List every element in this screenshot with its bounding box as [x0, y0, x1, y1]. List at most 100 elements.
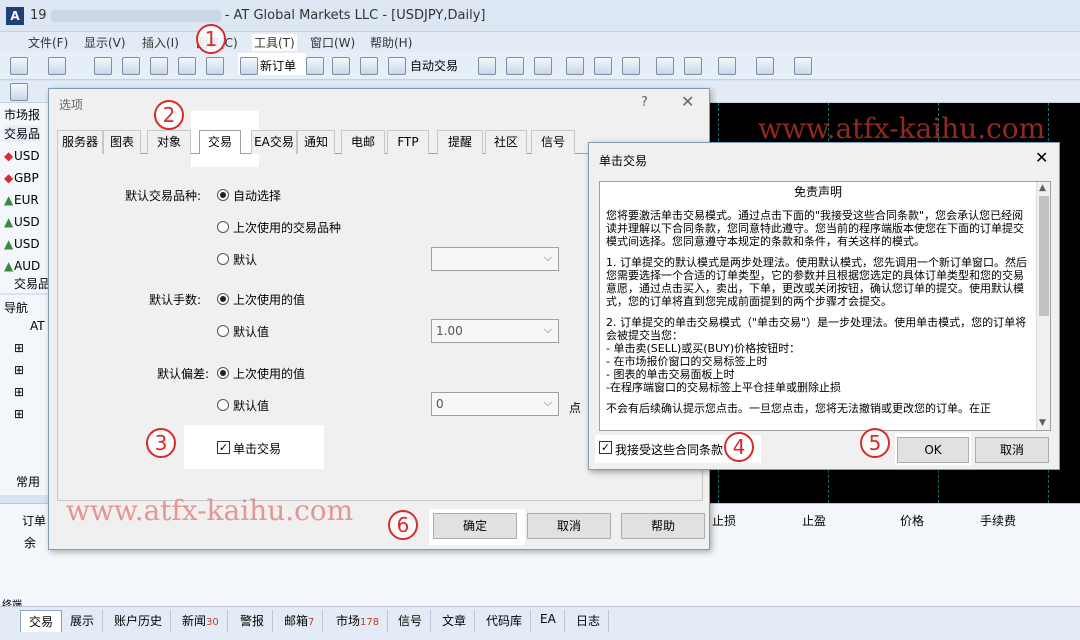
- radio-lots-last-label[interactable]: 上次使用的值: [233, 291, 305, 308]
- navigator-root[interactable]: AT: [30, 319, 45, 333]
- tab-alerts[interactable]: 提醒: [437, 130, 483, 154]
- help-icon[interactable]: ?: [641, 95, 648, 110]
- tab-history[interactable]: 账户历史: [106, 610, 172, 632]
- oc-cancel-button[interactable]: 取消: [975, 437, 1049, 463]
- new-order-button[interactable]: 新订单: [260, 57, 296, 74]
- one-click-checkbox[interactable]: ✓: [217, 441, 230, 454]
- menu-window[interactable]: 窗口(W): [310, 34, 355, 51]
- tab-ftp[interactable]: FTP: [387, 130, 429, 154]
- radio-last-symbol[interactable]: [217, 221, 229, 233]
- tab-signals[interactable]: 信号: [531, 130, 575, 154]
- column-price[interactable]: 价格: [900, 512, 924, 529]
- tab-signals[interactable]: 信号: [390, 610, 432, 632]
- zoom-out-icon[interactable]: [594, 57, 612, 75]
- zoom-in-icon[interactable]: [566, 57, 584, 75]
- tab-charts[interactable]: 图表: [103, 130, 141, 154]
- new-chart-icon[interactable]: [10, 57, 28, 75]
- templates-icon[interactable]: [794, 57, 812, 75]
- tab-trade[interactable]: 交易: [199, 130, 241, 154]
- tester-icon[interactable]: [206, 57, 224, 75]
- radio-deviation-last-label[interactable]: 上次使用的值: [233, 365, 305, 382]
- market-watch-icon[interactable]: [94, 57, 112, 75]
- profiles-icon[interactable]: [48, 57, 66, 75]
- candlestick-icon[interactable]: [506, 57, 524, 75]
- scroll-up-icon[interactable]: ▲: [1039, 183, 1046, 193]
- radio-deviation-last[interactable]: [217, 367, 229, 379]
- column-commission[interactable]: 手续费: [980, 512, 1016, 529]
- tab-expert-advisors[interactable]: EA交易: [251, 130, 297, 154]
- close-icon[interactable]: ✕: [1035, 148, 1048, 167]
- account-icon[interactable]: [332, 57, 350, 75]
- radio-default-symbol[interactable]: [217, 253, 229, 265]
- column-tp[interactable]: 止盈: [802, 512, 826, 529]
- navigator-bottom-tab[interactable]: 常用: [16, 473, 40, 490]
- line-chart-icon[interactable]: [534, 57, 552, 75]
- indicators-icon[interactable]: [718, 57, 736, 75]
- radio-auto-select-label[interactable]: 自动选择: [233, 187, 281, 204]
- scrollbar-thumb[interactable]: [1039, 196, 1049, 316]
- symbol-row[interactable]: ◆GBP: [4, 171, 39, 185]
- radio-lots-last[interactable]: [217, 293, 229, 305]
- expand-icon[interactable]: ⊞: [14, 363, 24, 377]
- menu-file[interactable]: 文件(F): [28, 34, 68, 51]
- terminal-icon[interactable]: [178, 57, 196, 75]
- tab-server[interactable]: 服务器: [57, 130, 103, 154]
- tab-experts[interactable]: EA: [532, 610, 565, 632]
- tab-community[interactable]: 社区: [485, 130, 527, 154]
- default-deviation-select[interactable]: 0 ⌵: [431, 392, 559, 416]
- symbol-row[interactable]: ▲USD: [4, 237, 40, 251]
- cancel-button[interactable]: 取消: [527, 513, 611, 539]
- tab-journal[interactable]: 日志: [568, 610, 610, 632]
- tab-email[interactable]: 电邮: [341, 130, 385, 154]
- accept-terms-checkbox[interactable]: ✓: [599, 441, 612, 454]
- data-window-icon[interactable]: [122, 57, 140, 75]
- expand-icon[interactable]: ⊞: [14, 407, 24, 421]
- new-order-icon[interactable]: [240, 57, 258, 75]
- menu-insert[interactable]: 插入(I): [142, 34, 179, 51]
- radio-lots-default[interactable]: [217, 325, 229, 337]
- tab-mailbox[interactable]: 邮箱7: [276, 610, 324, 632]
- radio-deviation-default[interactable]: [217, 399, 229, 411]
- close-icon[interactable]: ✕: [681, 92, 694, 111]
- symbol-row[interactable]: ▲USD: [4, 215, 40, 229]
- expand-icon[interactable]: ⊞: [14, 341, 24, 355]
- tab-trade[interactable]: 交易: [20, 610, 63, 632]
- auto-trading-button[interactable]: 自动交易: [410, 57, 458, 74]
- autoscroll-icon[interactable]: [684, 57, 702, 75]
- one-click-label[interactable]: 单击交易: [233, 440, 281, 457]
- column-sl[interactable]: 止损: [712, 512, 736, 529]
- tab-exposure[interactable]: 展示: [62, 610, 104, 632]
- scroll-down-icon[interactable]: ▼: [1039, 418, 1046, 428]
- symbol-row[interactable]: ▲EUR: [4, 193, 39, 207]
- symbol-row[interactable]: ◆USD: [4, 149, 40, 163]
- menu-tools[interactable]: 工具(T): [252, 34, 297, 51]
- oc-ok-button[interactable]: OK: [897, 437, 969, 463]
- market-watch-tab[interactable]: 交易品: [4, 125, 41, 142]
- default-lots-select[interactable]: 1.00 ⌵: [431, 319, 559, 343]
- radio-deviation-default-label[interactable]: 默认值: [233, 397, 269, 414]
- bar-chart-icon[interactable]: [478, 57, 496, 75]
- accept-terms-label[interactable]: 我接受这些合同条款: [615, 441, 723, 458]
- disclaimer-scrollbar[interactable]: ▲ ▼: [1036, 182, 1050, 430]
- metaeditor-icon[interactable]: [306, 57, 324, 75]
- tab-news[interactable]: 新闻30: [174, 610, 228, 632]
- symbol-row[interactable]: ▲AUD: [4, 259, 40, 273]
- radio-lots-default-label[interactable]: 默认值: [233, 323, 269, 340]
- tile-windows-icon[interactable]: [622, 57, 640, 75]
- tab-articles[interactable]: 文章: [434, 610, 476, 632]
- help-button[interactable]: 帮助: [621, 513, 705, 539]
- market-watch-bottom-tab[interactable]: 交易品: [14, 275, 50, 292]
- auto-trading-icon[interactable]: [388, 57, 406, 75]
- menu-view[interactable]: 显示(V): [84, 34, 126, 51]
- tab-alerts[interactable]: 警报: [232, 610, 274, 632]
- signals-icon[interactable]: [360, 57, 378, 75]
- column-order[interactable]: 订单: [22, 512, 46, 529]
- navigator-icon[interactable]: [150, 57, 168, 75]
- tab-notifications[interactable]: 通知: [297, 130, 335, 154]
- disclaimer-textbox[interactable]: 免责声明 您将要激活单击交易模式。通过点击下面的"我接受这些合同条款"，您会承认…: [599, 181, 1051, 431]
- expand-icon[interactable]: ⊞: [14, 385, 24, 399]
- chart-shift-icon[interactable]: [656, 57, 674, 75]
- radio-last-symbol-label[interactable]: 上次使用的交易品种: [233, 219, 341, 236]
- tab-market[interactable]: 市场178: [328, 610, 389, 632]
- cursor-icon[interactable]: [10, 83, 28, 101]
